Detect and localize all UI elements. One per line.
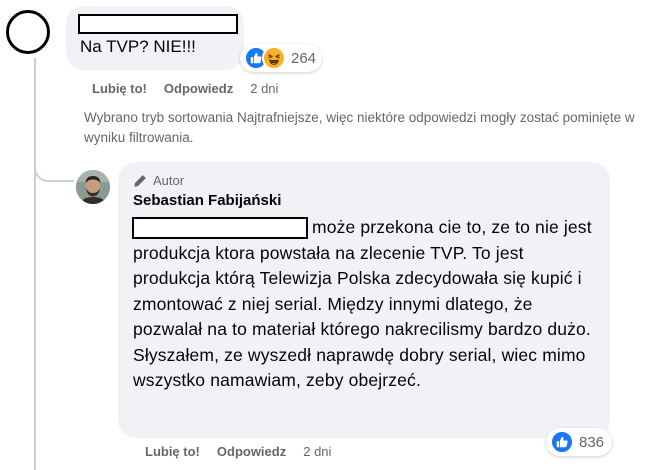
timestamp[interactable]: 2 dni (303, 444, 331, 459)
reactions-summary[interactable]: 264 (240, 44, 323, 72)
thread-line (34, 58, 36, 470)
reply-body: może przekona cie to, ze to nie jest pro… (133, 217, 592, 390)
pencil-icon (134, 174, 146, 187)
author-name[interactable]: Sebastian Fabijański (133, 192, 281, 209)
comment-actions: Lubię to! Odpowiedz 2 dni (92, 81, 295, 96)
redacted-author-name (78, 14, 238, 34)
timestamp[interactable]: 2 dni (250, 81, 278, 96)
avatar[interactable] (76, 170, 110, 204)
author-badge-label: Autor (153, 173, 185, 188)
author-badge: Autor (133, 173, 184, 188)
haha-icon (262, 46, 286, 70)
sort-notice: Wybrano tryb sortowania Najtrafniejsze, … (84, 110, 635, 145)
reaction-count: 264 (291, 49, 317, 67)
reply-button[interactable]: Odpowiedz (164, 81, 233, 96)
reply-text: może przekona cie to, ze to nie jest pro… (133, 215, 601, 394)
avatar-redacted[interactable] (6, 10, 50, 54)
redacted-mention (132, 217, 308, 239)
reaction-count: 836 (579, 433, 605, 451)
reply-actions: Lubię to! Odpowiedz 2 dni (145, 444, 348, 459)
reactions-summary[interactable]: 836 (546, 428, 613, 456)
like-icon (550, 430, 574, 454)
comment-text: Na TVP? NIE!!! (80, 37, 196, 56)
thread-connector (34, 150, 74, 182)
like-button[interactable]: Lubię to! (92, 81, 147, 96)
like-button[interactable]: Lubię to! (145, 444, 200, 459)
reply-button[interactable]: Odpowiedz (217, 444, 286, 459)
